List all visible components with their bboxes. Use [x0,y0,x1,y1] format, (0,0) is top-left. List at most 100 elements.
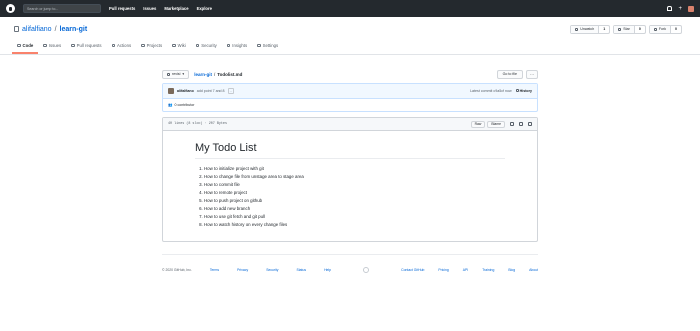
breadcrumb: learn-git / Todolist.md [194,72,242,77]
repo-icon [14,26,19,32]
gear-icon [257,43,261,48]
markdown-body: My Todo List How to initialize project w… [163,131,537,241]
plus-icon[interactable]: + [678,6,682,12]
graph-icon [226,43,231,48]
commit-author[interactable]: alifalfiano [177,89,194,93]
star-button[interactable]: Star [614,25,634,33]
file-navigation: revisi ▾ learn-git / Todolist.md Go to f… [162,69,538,79]
list-item: How to commit file [204,181,505,189]
blame-button[interactable]: Blame [487,120,505,128]
footer: © 2020 GitHub, Inc. Terms Privacy Securi… [162,254,538,273]
more-options-button[interactable]: ··· [526,69,538,79]
repo-title-separator: / [54,25,57,33]
commit-message[interactable]: add point 7 and 8 [197,89,225,93]
repo-name-link[interactable]: learn-git [60,26,88,33]
issue-icon [43,43,47,48]
main-container: revisi ▾ learn-git / Todolist.md Go to f… [162,69,538,273]
footer-link-help[interactable]: Help [324,268,331,272]
chevron-down-icon: ▾ [182,72,185,76]
file-box: 40 lines (8 sloc) · 207 Bytes Raw Blame … [162,117,538,242]
code-icon [17,43,21,48]
fork-button[interactable]: Fork [649,25,670,33]
play-icon [111,43,116,48]
repo-title: alifalfiano / learn-git [22,26,87,33]
bell-icon[interactable] [667,6,673,11]
footer-link-security[interactable]: Security [266,268,278,272]
branch-select-button[interactable]: revisi ▾ [162,69,190,79]
repo-tabs: Code Issues Pull requests Actions Projec… [0,41,700,55]
raw-button[interactable]: Raw [470,120,486,128]
latest-commit-bar: alifalfiano add point 7 and 8 ··· Latest… [163,84,537,98]
list-item: How to watch history on every change fil… [204,221,505,229]
tab-actions[interactable]: Actions [107,43,137,54]
branch-icon [167,72,170,76]
go-to-file-button[interactable]: Go to file [496,69,523,79]
file-header: 40 lines (8 sloc) · 207 Bytes Raw Blame [163,118,537,131]
desktop-icon[interactable] [510,122,514,126]
pencil-icon[interactable] [519,122,523,126]
latest-commit-info[interactable]: Latest commit c9a5cf now [470,89,512,93]
footer-link-privacy[interactable]: Privacy [237,268,248,272]
nav-issues[interactable]: Issues [143,6,156,11]
nav-explore[interactable]: Explore [197,6,212,11]
star-button-group[interactable]: Star 0 [613,24,646,34]
fork-button-group[interactable]: Fork 0 [648,24,682,34]
todo-list: How to initialize project with git How t… [195,165,505,229]
list-item: How to use git fetch and git pull [204,213,505,221]
github-logo-icon[interactable] [6,4,15,13]
footer-link-status[interactable]: Status [296,268,306,272]
contributors-text[interactable]: 0 contributor [174,103,194,107]
breadcrumb-repo-link[interactable]: learn-git [194,72,212,77]
history-link[interactable]: History [515,89,532,93]
repo-header: alifalfiano / learn-git Unwatch 1 Star 0… [0,17,700,41]
tab-insights[interactable]: Insights [222,43,252,54]
list-item: How to initialize project with git [204,165,505,173]
people-icon: 👥 [168,103,173,107]
watch-count[interactable]: 1 [598,25,609,33]
avatar[interactable] [688,5,694,12]
search-input[interactable]: Search or jump to... [23,4,101,13]
tab-wiki[interactable]: Wiki [167,43,191,54]
tab-pull-requests[interactable]: Pull requests [66,43,106,54]
star-icon [618,27,622,31]
nav-marketplace[interactable]: Marketplace [164,6,188,11]
tab-security[interactable]: Security [191,43,222,54]
tab-settings[interactable]: Settings [252,43,283,54]
repo-owner-link[interactable]: alifalfiano [22,26,52,33]
star-count[interactable]: 0 [633,25,645,33]
commit-author-avatar[interactable] [168,88,174,94]
breadcrumb-file: Todolist.md [217,71,243,77]
footer-link-blog[interactable]: Blog [508,268,515,272]
fork-icon [653,27,657,31]
list-item: How to push project on github [204,197,505,205]
commit-box: alifalfiano add point 7 and 8 ··· Latest… [162,83,538,112]
trash-icon[interactable] [528,122,532,126]
shield-icon [195,43,200,48]
fork-count[interactable]: 0 [670,25,681,33]
footer-link-pricing[interactable]: Pricing [438,268,448,272]
footer-link-terms[interactable]: Terms [210,268,219,272]
footer-link-about[interactable]: About [529,268,538,272]
project-icon [141,43,145,48]
list-item: How to add new branch [204,205,505,213]
footer-link-contact[interactable]: Contact GitHub [401,268,424,272]
file-meta: 40 lines (8 sloc) · 207 Bytes [168,122,228,126]
tab-issues[interactable]: Issues [38,43,66,54]
nav-pull-requests[interactable]: Pull requests [109,6,135,11]
footer-link-training[interactable]: Training [482,268,494,272]
top-navbar: Search or jump to... Pull requests Issue… [0,0,700,17]
unwatch-button-group[interactable]: Unwatch 1 [570,24,611,34]
github-mark-icon[interactable] [363,267,370,273]
book-icon [172,43,176,48]
markdown-title: My Todo List [195,142,505,159]
list-item: How to change file from unstage area to … [204,173,505,181]
tab-projects[interactable]: Projects [136,43,167,54]
footer-link-api[interactable]: API [463,268,468,272]
unwatch-button[interactable]: Unwatch [571,25,599,33]
commit-expand-button[interactable]: ··· [227,88,235,94]
list-item: How to remote project [204,189,505,197]
tab-code[interactable]: Code [12,43,39,54]
branch-name: revisi [172,72,181,76]
footer-copyright: © 2020 GitHub, Inc. [162,268,192,272]
contributors-row: 👥 0 contributor [163,98,537,111]
